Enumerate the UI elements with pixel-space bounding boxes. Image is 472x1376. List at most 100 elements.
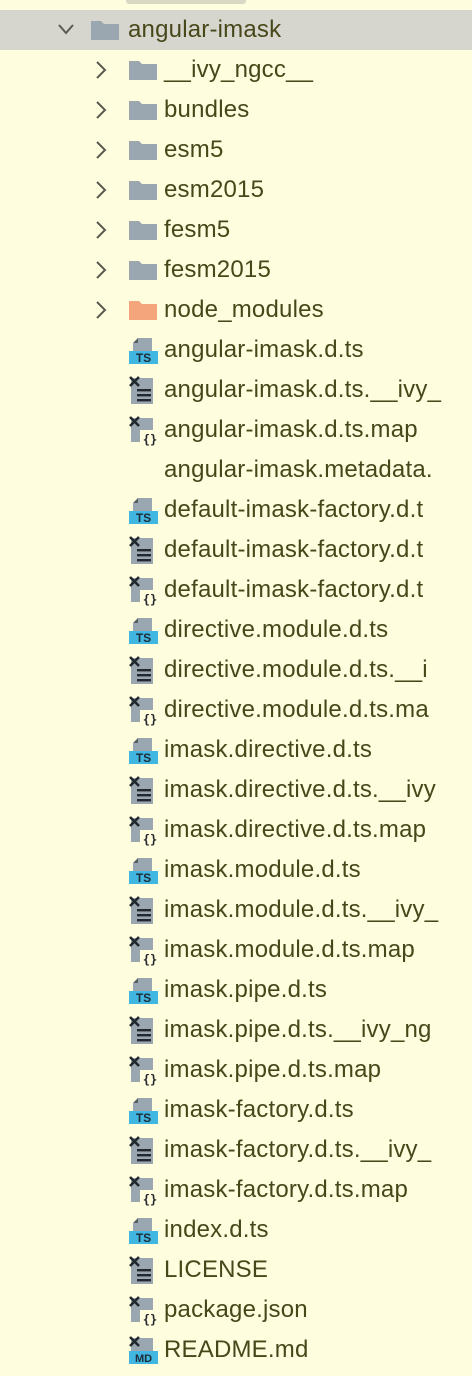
project-tree: angular-imask __ivy_ngcc__ bundles esm5 esm2… bbox=[0, 10, 472, 1370]
json-file-icon: {} bbox=[128, 690, 160, 730]
tree-row-package-json[interactable]: {} package.json bbox=[0, 1290, 472, 1330]
tree-item-label: default-imask-factory.d.t bbox=[164, 576, 424, 603]
chevron-right-icon[interactable] bbox=[92, 290, 112, 330]
tree-row-directive-module-d-ts[interactable]: TS directive.module.d.ts bbox=[0, 610, 472, 650]
svg-text:TS: TS bbox=[136, 511, 151, 525]
svg-text:{}: {} bbox=[143, 833, 157, 847]
tree-item-label: angular-imask.d.ts bbox=[164, 336, 364, 363]
tree-row-default-imask-factory-d-t[interactable]: default-imask-factory.d.t bbox=[0, 530, 472, 570]
text-file-icon bbox=[128, 1130, 160, 1170]
folder-icon bbox=[128, 210, 160, 250]
tree-item-label: fesm5 bbox=[164, 216, 231, 243]
tree-row-angular-imask-d-ts-ivy[interactable]: angular-imask.d.ts.__ivy_ bbox=[0, 370, 472, 410]
tree-row-default-imask-factory-d-t[interactable]: TS default-imask-factory.d.t bbox=[0, 490, 472, 530]
typescript-file-icon: TS bbox=[128, 1090, 160, 1130]
json-file-icon: {} bbox=[128, 1050, 160, 1090]
tree-item-label: package.json bbox=[164, 1296, 308, 1323]
tree-item-label: esm2015 bbox=[164, 176, 265, 203]
svg-text:TS: TS bbox=[136, 1231, 151, 1245]
svg-text:{}: {} bbox=[143, 953, 157, 967]
tree-item-label: default-imask-factory.d.t bbox=[164, 496, 424, 523]
svg-text:{}: {} bbox=[143, 713, 157, 727]
folder-icon bbox=[128, 50, 160, 90]
svg-text:TS: TS bbox=[136, 991, 151, 1005]
tree-row-imask-directive-d-ts[interactable]: TS imask.directive.d.ts bbox=[0, 730, 472, 770]
tree-row-angular-imask-d-ts-map[interactable]: {} angular-imask.d.ts.map bbox=[0, 410, 472, 450]
tree-row-readme-md[interactable]: MD README.md bbox=[0, 1330, 472, 1370]
tree-item-label: imask-factory.d.ts.map bbox=[164, 1176, 409, 1203]
folder-icon bbox=[128, 250, 160, 290]
tree-row-index-d-ts[interactable]: TS index.d.ts bbox=[0, 1210, 472, 1250]
tree-item-label: index.d.ts bbox=[164, 1216, 269, 1243]
tree-row-esm5[interactable]: esm5 bbox=[0, 130, 472, 170]
tree-row-directive-module-d-ts-i[interactable]: directive.module.d.ts.__i bbox=[0, 650, 472, 690]
tree-row-bundles[interactable]: bundles bbox=[0, 90, 472, 130]
tree-row-ivy-ngcc[interactable]: __ivy_ngcc__ bbox=[0, 50, 472, 90]
typescript-file-icon: TS bbox=[128, 850, 160, 890]
tree-row-esm2015[interactable]: esm2015 bbox=[0, 170, 472, 210]
tree-item-label: LICENSE bbox=[164, 1256, 269, 1283]
folder-icon bbox=[128, 130, 160, 170]
tree-item-label: imask.module.d.ts.__ivy_ bbox=[164, 896, 439, 923]
tree-row-imask-factory-d-ts-map[interactable]: {} imask-factory.d.ts.map bbox=[0, 1170, 472, 1210]
chevron-right-icon[interactable] bbox=[92, 210, 112, 250]
json-file-icon: {} bbox=[128, 930, 160, 970]
tree-item-label: angular-imask.d.ts.__ivy_ bbox=[164, 376, 442, 403]
svg-text:TS: TS bbox=[136, 631, 151, 645]
typescript-file-icon: TS bbox=[128, 970, 160, 1010]
svg-text:{}: {} bbox=[143, 593, 157, 607]
tree-row-angular-imask-metadata[interactable]: angular-imask.metadata. bbox=[0, 450, 472, 490]
tree-row-fesm2015[interactable]: fesm2015 bbox=[0, 250, 472, 290]
tree-item-label: imask-factory.d.ts.__ivy_ bbox=[164, 1136, 432, 1163]
tree-row-imask-pipe-d-ts[interactable]: TS imask.pipe.d.ts bbox=[0, 970, 472, 1010]
tree-item-label: README.md bbox=[164, 1336, 309, 1363]
tree-item-label: imask.pipe.d.ts.__ivy_ng bbox=[164, 1016, 432, 1043]
typescript-file-icon: TS bbox=[128, 330, 160, 370]
text-file-icon bbox=[128, 650, 160, 690]
svg-text:MD: MD bbox=[135, 1353, 152, 1365]
chevron-right-icon[interactable] bbox=[92, 130, 112, 170]
tree-row-imask-module-d-ts-map[interactable]: {} imask.module.d.ts.map bbox=[0, 930, 472, 970]
tree-row-angular-imask[interactable]: angular-imask bbox=[0, 10, 472, 50]
text-file-icon bbox=[128, 1250, 160, 1290]
scrolled-row-remnant bbox=[0, 0, 472, 10]
chevron-right-icon[interactable] bbox=[92, 250, 112, 290]
tree-row-node-modules[interactable]: node_modules bbox=[0, 290, 472, 330]
tree-item-label: default-imask-factory.d.t bbox=[164, 536, 424, 563]
tree-row-imask-factory-d-ts-ivy[interactable]: imask-factory.d.ts.__ivy_ bbox=[0, 1130, 472, 1170]
json-file-icon: {} bbox=[128, 570, 160, 610]
chevron-right-icon[interactable] bbox=[92, 90, 112, 130]
text-file-icon bbox=[128, 1010, 160, 1050]
tree-row-imask-factory-d-ts[interactable]: TS imask-factory.d.ts bbox=[0, 1090, 472, 1130]
tree-item-label: imask.module.d.ts.map bbox=[164, 936, 415, 963]
chevron-right-icon[interactable] bbox=[92, 170, 112, 210]
tree-item-label: imask.directive.d.ts.__ivy bbox=[164, 776, 436, 803]
tree-item-label: imask.directive.d.ts bbox=[164, 736, 373, 763]
excluded-folder-icon bbox=[128, 290, 160, 330]
tree-row-default-imask-factory-d-t[interactable]: {} default-imask-factory.d.t bbox=[0, 570, 472, 610]
chevron-down-icon[interactable] bbox=[56, 10, 76, 50]
markdown-file-icon: MD bbox=[128, 1330, 160, 1370]
folder-icon bbox=[128, 90, 160, 130]
tree-item-label: imask-factory.d.ts bbox=[164, 1096, 354, 1123]
tree-row-fesm5[interactable]: fesm5 bbox=[0, 210, 472, 250]
tree-row-imask-module-d-ts-ivy[interactable]: imask.module.d.ts.__ivy_ bbox=[0, 890, 472, 930]
tree-row-angular-imask-d-ts[interactable]: TS angular-imask.d.ts bbox=[0, 330, 472, 370]
tree-row-imask-module-d-ts[interactable]: TS imask.module.d.ts bbox=[0, 850, 472, 890]
tree-row-imask-pipe-d-ts-ivy-ng[interactable]: imask.pipe.d.ts.__ivy_ng bbox=[0, 1010, 472, 1050]
tree-item-label: angular-imask.metadata. bbox=[164, 456, 433, 483]
typescript-file-icon: TS bbox=[128, 1210, 160, 1250]
tree-row-directive-module-d-ts-ma[interactable]: {} directive.module.d.ts.ma bbox=[0, 690, 472, 730]
tree-row-imask-directive-d-ts-ivy[interactable]: imask.directive.d.ts.__ivy bbox=[0, 770, 472, 810]
tree-row-imask-pipe-d-ts-map[interactable]: {} imask.pipe.d.ts.map bbox=[0, 1050, 472, 1090]
tree-item-label: esm5 bbox=[164, 136, 224, 163]
tree-item-label: directive.module.d.ts bbox=[164, 616, 389, 643]
svg-text:TS: TS bbox=[136, 1111, 151, 1125]
tree-row-imask-directive-d-ts-map[interactable]: {} imask.directive.d.ts.map bbox=[0, 810, 472, 850]
tree-item-label: imask.module.d.ts bbox=[164, 856, 361, 883]
tree-item-label: directive.module.d.ts.__i bbox=[164, 656, 428, 683]
json-file-icon: {} bbox=[128, 1290, 160, 1330]
chevron-right-icon[interactable] bbox=[92, 50, 112, 90]
tree-row-license[interactable]: LICENSE bbox=[0, 1250, 472, 1290]
text-file-icon bbox=[128, 530, 160, 570]
